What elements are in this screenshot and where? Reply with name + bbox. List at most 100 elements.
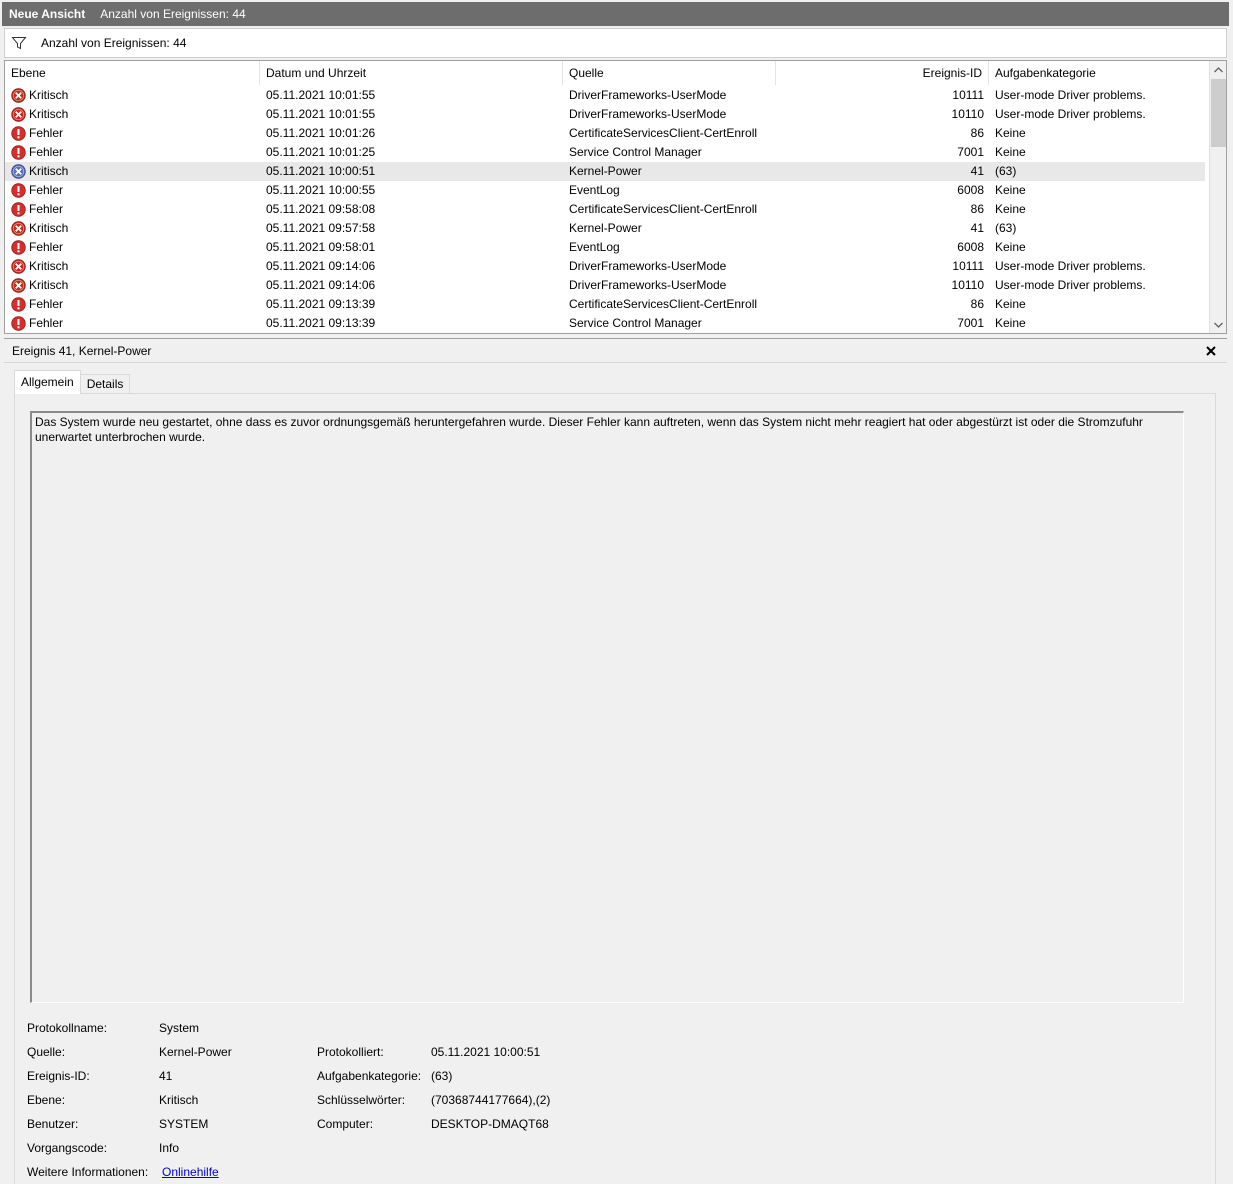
column-header-event-id[interactable]: Ereignis-ID (776, 61, 989, 85)
level-text: Fehler (29, 240, 64, 254)
table-row[interactable]: Fehler 05.11.2021 10:00:55 EventLog 6008 Kei… (5, 181, 1205, 200)
cell-task-category: Keine (995, 202, 1026, 216)
prop-label: Protokolliert: (317, 1045, 384, 1059)
detail-header: Ereignis 41, Kernel-Power (4, 339, 1227, 363)
prop-value: 05.11.2021 10:00:51 (431, 1045, 541, 1059)
filter-icon[interactable] (11, 35, 27, 51)
cell-source: Service Control Manager (569, 145, 702, 159)
tab-panel-allgemein: Das System wurde neu gestartet, ohne das… (14, 393, 1216, 1184)
error-icon (11, 183, 29, 198)
table-row[interactable]: Kritisch 05.11.2021 10:00:51 Kernel-Power 4… (5, 162, 1205, 181)
cell-level: Fehler (11, 238, 256, 257)
event-detail-pane: Ereignis 41, Kernel-Power Allgemein Deta… (4, 338, 1227, 1184)
level-text: Kritisch (29, 107, 69, 121)
cell-date: 05.11.2021 10:01:26 (266, 126, 376, 140)
prop-label: Aufgabenkategorie: (317, 1069, 422, 1083)
table-row[interactable]: Kritisch 05.11.2021 10:01:55 DriverFramewo… (5, 86, 1205, 105)
cell-event-id: 10111 (952, 88, 984, 102)
cell-task-category: (63) (995, 164, 1017, 178)
column-header-task-category[interactable]: Aufgabenkategorie (989, 61, 1208, 85)
cell-source: CertificateServicesClient-CertEnroll (569, 126, 758, 140)
cell-date: 05.11.2021 09:58:01 (266, 240, 376, 254)
column-header-level[interactable]: Ebene (5, 61, 260, 85)
level-text: Kritisch (29, 221, 69, 235)
cell-level: Kritisch (11, 257, 256, 276)
prop-label: Ereignis-ID: (27, 1069, 90, 1083)
level-text: Kritisch (29, 259, 69, 273)
vertical-scrollbar[interactable] (1209, 61, 1226, 333)
cell-date: 05.11.2021 10:01:55 (266, 88, 376, 102)
title-bar: Neue Ansicht Anzahl von Ereignissen: 44 (2, 2, 1229, 26)
cell-event-id: 7001 (957, 316, 984, 330)
cell-event-id: 86 (970, 297, 984, 311)
cell-date: 05.11.2021 09:13:39 (266, 297, 376, 311)
critical-icon (11, 221, 29, 236)
table-row[interactable]: Fehler 05.11.2021 10:01:25 Service Control… (5, 143, 1205, 162)
prop-label: Weitere Informationen: (27, 1165, 149, 1179)
view-title: Neue Ansicht (9, 7, 86, 21)
prop-label: Benutzer: (27, 1117, 79, 1131)
filter-bar: Anzahl von Ereignissen: 44 (4, 28, 1227, 58)
cell-task-category: Keine (995, 297, 1026, 311)
event-count: Anzahl von Ereignissen: 44 (100, 7, 246, 21)
cell-task-category: Keine (995, 316, 1026, 330)
table-row[interactable]: Kritisch 05.11.2021 09:57:58 Kernel-Power 4… (5, 219, 1205, 238)
prop-value: (70368744177664),(2) (431, 1093, 551, 1107)
event-description[interactable]: Das System wurde neu gestartet, ohne das… (30, 411, 1184, 1003)
online-help-link[interactable]: Onlinehilfe (162, 1163, 219, 1181)
detail-tabs: Allgemein Details (14, 370, 131, 394)
cell-source: DriverFrameworks-UserMode (569, 259, 727, 273)
close-icon[interactable] (1205, 345, 1217, 357)
error-icon (11, 202, 29, 217)
cell-date: 05.11.2021 09:13:39 (266, 316, 376, 330)
cell-task-category: User-mode Driver problems. (995, 259, 1146, 273)
cell-date: 05.11.2021 09:58:08 (266, 202, 376, 216)
cell-source: Service Control Manager (569, 316, 702, 330)
scrollbar-thumb[interactable] (1211, 79, 1226, 147)
cell-date: 05.11.2021 09:14:06 (266, 278, 376, 292)
scroll-down-icon[interactable] (1210, 316, 1226, 333)
cell-source: EventLog (569, 240, 620, 254)
tab-details[interactable]: Details (79, 374, 131, 394)
column-header-source[interactable]: Quelle (563, 61, 776, 85)
cell-date: 05.11.2021 10:00:55 (266, 183, 376, 197)
table-row[interactable]: Fehler 05.11.2021 10:01:26 CertificateServ… (5, 124, 1205, 143)
cell-event-id: 10110 (951, 107, 984, 121)
table-row[interactable]: Kritisch 05.11.2021 09:14:06 DriverFramewo… (5, 257, 1205, 276)
table-row[interactable]: Fehler 05.11.2021 09:58:08 CertificateServ… (5, 200, 1205, 219)
prop-label: Schlüsselwörter: (317, 1093, 406, 1107)
cell-event-id: 10110 (951, 278, 984, 292)
events-table: Ebene Datum und Uhrzeit Quelle Ereignis-… (4, 60, 1227, 334)
table-row[interactable]: Kritisch 05.11.2021 10:01:55 DriverFramewo… (5, 105, 1205, 124)
cell-task-category: Keine (995, 183, 1026, 197)
cell-event-id: 41 (970, 164, 984, 178)
level-text: Fehler (29, 126, 64, 140)
cell-date: 05.11.2021 10:01:55 (266, 107, 376, 121)
cell-date: 05.11.2021 09:14:06 (266, 259, 376, 273)
level-text: Kritisch (29, 278, 69, 292)
cell-event-id: 10111 (952, 259, 984, 273)
cell-level: Fehler (11, 124, 256, 143)
tab-allgemein[interactable]: Allgemein (14, 370, 81, 394)
table-row[interactable]: Fehler 05.11.2021 09:13:39 CertificateServ… (5, 295, 1205, 314)
cell-source: Kernel-Power (569, 221, 642, 235)
cell-level: Kritisch (11, 162, 256, 181)
table-header: Ebene Datum und Uhrzeit Quelle Ereignis-… (5, 61, 1208, 85)
prop-value: System (159, 1021, 200, 1035)
cell-level: Fehler (11, 295, 256, 314)
critical-icon (11, 164, 29, 179)
cell-task-category: Keine (995, 240, 1026, 254)
critical-icon (11, 259, 29, 274)
table-row[interactable]: Kritisch 05.11.2021 09:14:06 DriverFramewo… (5, 276, 1205, 295)
cell-event-id: 6008 (957, 183, 984, 197)
cell-event-id: 7001 (957, 145, 984, 159)
cell-level: Fehler (11, 143, 256, 162)
error-icon (11, 240, 29, 255)
table-row[interactable]: Fehler 05.11.2021 09:13:39 Service Control… (5, 314, 1205, 333)
column-header-date[interactable]: Datum und Uhrzeit (260, 61, 563, 85)
level-text: Fehler (29, 297, 64, 311)
critical-icon (11, 88, 29, 103)
table-row[interactable]: Fehler 05.11.2021 09:58:01 EventLog 6008 Kei… (5, 238, 1205, 257)
level-text: Kritisch (29, 164, 69, 178)
scroll-up-icon[interactable] (1210, 61, 1226, 78)
